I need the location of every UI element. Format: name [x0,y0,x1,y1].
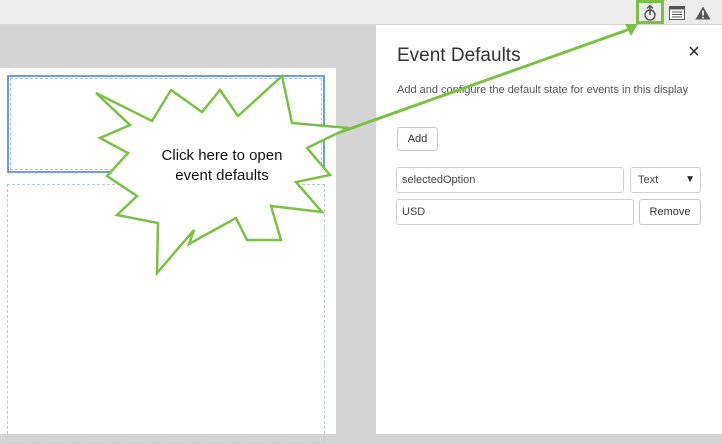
default-value-field[interactable]: USD [396,199,634,225]
callout-line-2: event defaults [175,167,269,184]
toolbar [0,0,722,25]
callout-text: Click here to open event defaults [140,146,304,186]
callout-line-1: Click here to open [161,147,283,164]
event-defaults-panel: Event Defaults × Add and configure the d… [376,25,722,434]
design-canvas[interactable] [0,25,376,444]
add-button[interactable]: Add [397,127,438,151]
event-type-select[interactable]: Text ▼ [630,167,701,193]
panel-description: Add and configure the default state for … [397,84,689,96]
close-icon[interactable]: × [685,42,703,62]
remove-button[interactable]: Remove [639,199,701,225]
highlight-box [636,0,664,24]
display-page[interactable] [0,68,336,444]
warning-icon[interactable] [692,2,714,23]
event-name-field[interactable]: selectedOption [396,167,624,193]
list-icon[interactable] [666,2,688,23]
caret-down-icon: ▼ [685,174,695,185]
panel-title: Event Defaults [397,45,521,66]
event-type-value: Text [638,174,659,186]
widget-placeholder[interactable] [7,184,325,444]
